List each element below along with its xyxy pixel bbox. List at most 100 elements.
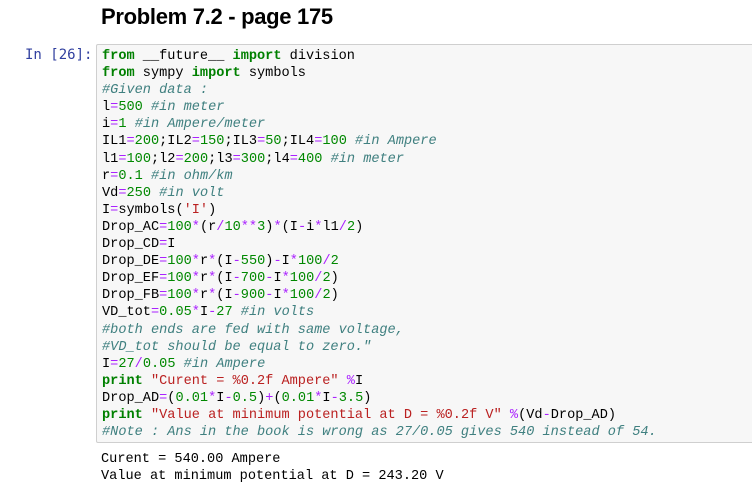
code-token: 500: [118, 100, 143, 116]
output-line: Value at minimum potential at D = 243.20…: [101, 469, 444, 485]
code-token: %: [346, 373, 355, 389]
code-token: =: [118, 151, 127, 167]
code-token: -: [232, 288, 241, 304]
code-token: l1: [102, 151, 119, 167]
code-token: /: [134, 356, 143, 372]
code-token: (: [273, 390, 282, 406]
code-token: (r: [199, 219, 217, 235]
code-token: r: [102, 168, 111, 184]
code-token: 0.01: [175, 390, 209, 406]
code-token: 100: [167, 271, 192, 287]
code-token: /: [338, 219, 347, 235]
code-token: #in Ampere/meter: [134, 117, 266, 133]
code-line: Drop_AC=100*(r/10**3)*(I-i*l1/2): [102, 219, 657, 236]
code-token: *: [191, 254, 200, 270]
code-token: %: [509, 407, 519, 423]
code-line: Drop_DE=100*r*(I-550)-I*100/2: [102, 253, 657, 270]
code-token: (I: [281, 219, 298, 235]
code-token: =: [175, 151, 184, 167]
code-line: Drop_AD=(0.01*I-0.5)+(0.01*I-3.5): [102, 390, 657, 407]
code-token: Drop_AD): [550, 407, 617, 423]
code-line: Drop_FB=100*r*(I-900-I*100/2): [102, 287, 657, 304]
code-token: 100: [297, 254, 323, 270]
code-line: r=0.1 #in ohm/km: [102, 168, 657, 185]
code-token: 2: [346, 219, 356, 235]
code-token: ;l2: [150, 151, 176, 167]
code-token: #VD_tot should be equal to zero.": [102, 339, 372, 355]
code-token: -: [330, 390, 339, 406]
code-line: Drop_CD=I: [102, 236, 657, 253]
code-token: 100: [126, 151, 151, 167]
code-token: *: [289, 254, 298, 270]
code-token: 3.5: [338, 390, 364, 406]
code-token: "Value at minimum potential at D = %0.2f…: [150, 407, 502, 423]
code-token: I: [281, 254, 290, 270]
code-token: *: [281, 271, 290, 287]
code-token: 200: [134, 134, 160, 150]
code-line: I=27/0.05 #in Ampere: [102, 356, 657, 373]
code-token: **: [240, 219, 258, 235]
code-token: Drop_EF: [102, 271, 160, 287]
code-token: Drop_DE: [102, 254, 160, 270]
code-token: #in volt: [159, 185, 225, 201]
code-token: #in Ampere: [355, 134, 437, 150]
code-token: sympy: [134, 66, 192, 82]
code-line: #both ends are fed with same voltage,: [102, 322, 657, 339]
code-line: l=500 #in meter: [102, 99, 657, 116]
code-token: 'I': [183, 202, 209, 218]
code-token: =: [191, 134, 200, 150]
code-token: 0.05: [142, 356, 176, 372]
cell-output: Curent = 540.00 Ampere Value at minimum p…: [101, 451, 444, 485]
code-token: 250: [126, 185, 151, 201]
code-token: 100: [167, 219, 192, 235]
code-token: __future__: [134, 49, 233, 64]
code-token: I: [322, 390, 331, 406]
code-token: import: [232, 49, 282, 64]
code-token: 0.01: [281, 390, 315, 406]
code-token: ): [355, 219, 364, 235]
code-token: 0.5: [232, 390, 258, 406]
code-line: IL1=200;IL2=150;IL3=50;IL4=100 #in Amper…: [102, 133, 657, 150]
code-token: print: [102, 407, 143, 423]
code-token: -: [273, 254, 282, 270]
code-token: *: [191, 288, 200, 304]
code-token: *: [191, 305, 200, 321]
code-token: I: [102, 356, 111, 372]
code-token: ;IL3: [224, 134, 258, 150]
code-token: I: [273, 288, 282, 304]
code-token: r: [199, 288, 209, 304]
code-token: Drop_AD: [102, 390, 160, 406]
code-token: division: [281, 49, 355, 64]
code-token: #in meter: [330, 151, 404, 167]
code-token: -: [297, 219, 307, 235]
code-token: 2: [322, 288, 331, 304]
code-line: I=symbols('I'): [102, 202, 657, 219]
code-cell-input[interactable]: from __future__ import division from symp…: [96, 44, 752, 443]
code-token: #in Ampere: [183, 356, 266, 372]
code-editor[interactable]: from __future__ import division from symp…: [102, 48, 657, 441]
code-token: "Curent = %0.2f Ampere": [150, 373, 339, 389]
code-line: from __future__ import division: [102, 48, 657, 65]
code-token: (I: [216, 271, 233, 287]
code-line: #Given data :: [102, 82, 657, 99]
code-token: *: [273, 219, 282, 235]
code-token: ): [208, 202, 217, 218]
problem-heading: Problem 7.2 - page 175: [101, 4, 333, 29]
code-line: #VD_tot should be equal to zero.": [102, 339, 657, 356]
code-token: *: [281, 288, 290, 304]
code-token: I: [354, 373, 364, 389]
code-token: #Given data :: [102, 83, 209, 99]
code-token: Drop_CD: [102, 237, 160, 253]
code-token: (Vd: [518, 407, 543, 423]
code-token: -: [232, 254, 241, 270]
